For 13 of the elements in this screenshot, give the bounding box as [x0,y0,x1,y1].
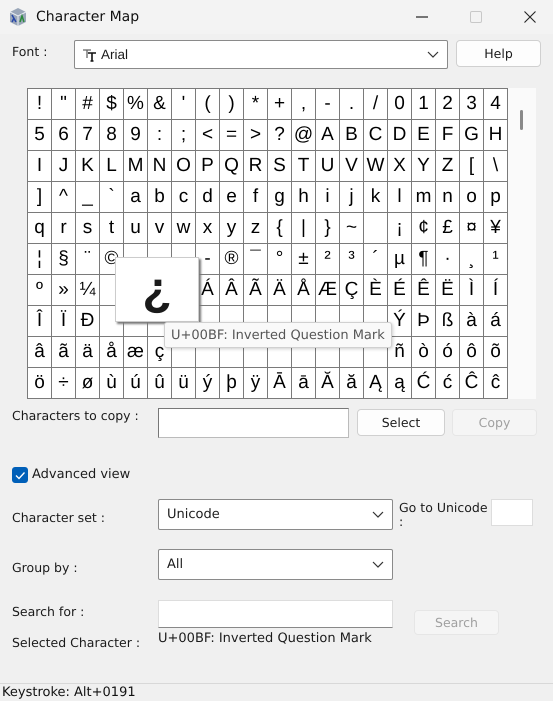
field-label: Search for : [12,603,86,619]
tooltip: U+00BF: Inverted Question Mark [164,322,392,348]
field-label: Selected Character : [12,634,142,650]
field-label: Characters to copy : [12,408,140,423]
field-label: Character set : [12,509,106,525]
field-label: Font : [12,43,48,59]
checkbox-label: Advanced view [32,467,130,482]
window-title: Character Map [36,9,140,25]
field-label: Go to Unicode : [399,499,489,529]
selected-character-text: U+00BF: Inverted Question Mark [158,630,372,646]
field-label: Group by : [12,559,79,575]
enlarged-character-tooltip: ¿ [115,257,199,322]
status-text: Keystroke: Alt+0191 [2,685,136,700]
